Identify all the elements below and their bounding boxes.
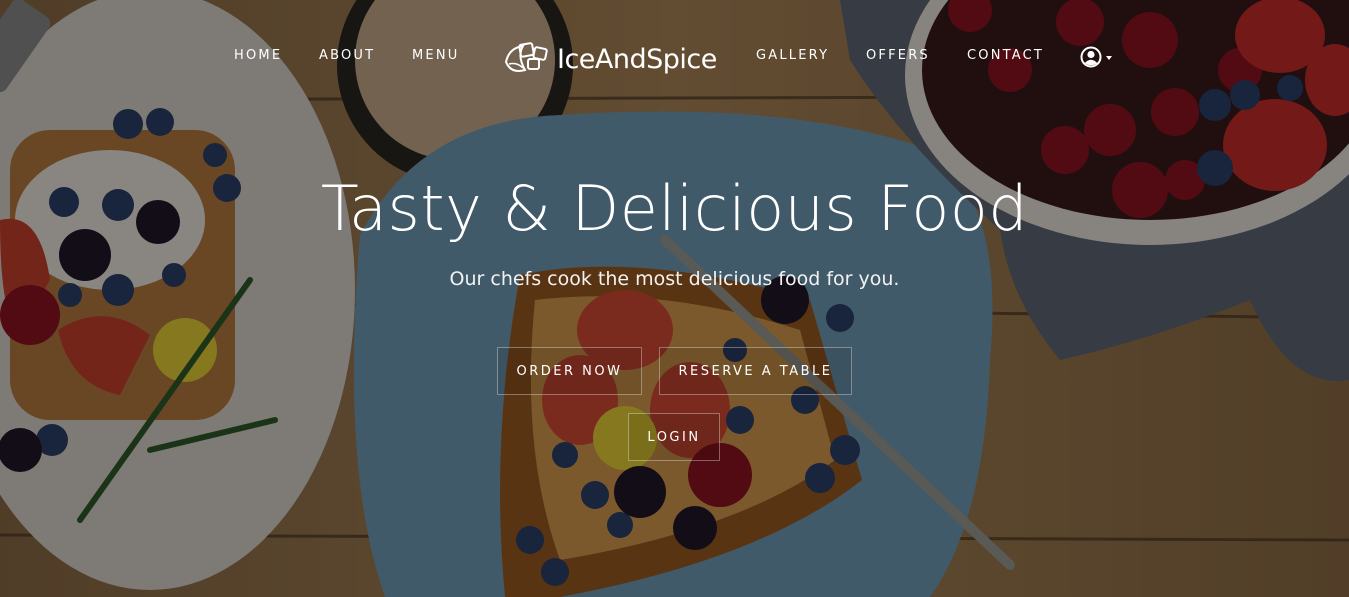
nav-home[interactable]: HOME	[234, 48, 282, 63]
ice-cubes-leaf-icon	[504, 42, 548, 72]
reserve-table-button[interactable]: RESERVE A TABLE	[659, 347, 852, 395]
user-circle-icon	[1080, 46, 1102, 68]
nav-contact[interactable]: CONTACT	[967, 48, 1044, 63]
logo-text: IceAndSpice	[557, 43, 717, 75]
nav-gallery[interactable]: GALLERY	[756, 48, 829, 63]
hero-title: Tasty & Delicious Food	[320, 172, 1029, 245]
hero-subtitle: Our chefs cook the most delicious food f…	[449, 268, 900, 290]
nav-menu[interactable]: MENU	[412, 48, 459, 63]
user-menu-toggle[interactable]	[1080, 46, 1112, 68]
hero-section	[0, 0, 1349, 597]
site-logo[interactable]: IceAndSpice	[503, 40, 717, 78]
caret-down-icon	[1106, 56, 1112, 60]
login-button[interactable]: LOGIN	[628, 413, 720, 461]
nav-about[interactable]: ABOUT	[319, 48, 375, 63]
nav-offers[interactable]: OFFERS	[866, 48, 930, 63]
order-now-button[interactable]: ORDER NOW	[497, 347, 642, 395]
dark-overlay	[0, 0, 1349, 597]
